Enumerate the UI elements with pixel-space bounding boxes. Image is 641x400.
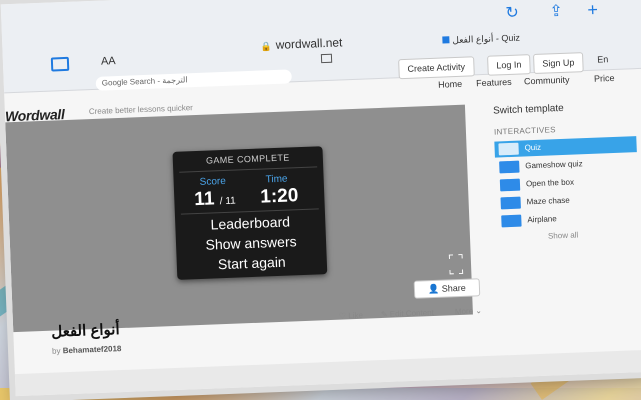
- author-link[interactable]: Behamatef2018: [63, 344, 122, 355]
- edit-content-button[interactable]: ✎ Edit Content: [381, 308, 434, 319]
- reader-button[interactable]: AA: [101, 55, 116, 68]
- browser-tab[interactable]: أنواع الفعل - Quiz: [442, 33, 520, 47]
- url-text: wordwall.net: [275, 35, 343, 52]
- template-label: Quiz: [524, 142, 542, 153]
- share-label: Share: [441, 282, 466, 294]
- share-button[interactable]: 👤 Share: [413, 278, 481, 299]
- chevron-down-icon: ⌄: [472, 306, 483, 316]
- lock-icon: 🔒: [260, 41, 272, 52]
- template-label: Airplane: [527, 214, 557, 225]
- address-bar[interactable]: 🔒 wordwall.net: [260, 35, 342, 52]
- tablet-screen: ↻ ⇪ + AA 🔒 wordwall.net أنواع الفعل - Qui…: [0, 0, 641, 397]
- google-search-tab[interactable]: Google Search - الترجمة: [95, 69, 292, 91]
- author-line: by Behamatef2018: [52, 344, 122, 356]
- tab-title: أنواع الفعل - Quiz: [452, 32, 521, 46]
- author-prefix: by: [51, 346, 61, 356]
- tabs-icon[interactable]: [50, 56, 70, 72]
- create-activity-button[interactable]: Create Activity: [398, 56, 475, 80]
- reload-icon[interactable]: ↻: [505, 3, 519, 23]
- score-number: 11: [193, 188, 215, 211]
- start-again-button[interactable]: Start again: [177, 252, 328, 274]
- template-airplane[interactable]: Airplane: [497, 208, 640, 229]
- leaderboard-button[interactable]: Leaderboard: [175, 212, 326, 234]
- plus-icon[interactable]: +: [587, 0, 598, 21]
- more-label: More: [454, 306, 474, 317]
- expand-icon[interactable]: ⌜ ⌝ ⌞ ⌟: [447, 252, 466, 277]
- divider: [179, 166, 318, 173]
- time-value: 1:20: [259, 185, 299, 208]
- switch-template-title: Switch template: [492, 102, 564, 117]
- log-in-button[interactable]: Log In: [487, 54, 531, 76]
- score-label: Score: [199, 175, 227, 188]
- reader-view-icon[interactable]: [320, 53, 333, 64]
- show-answers-button[interactable]: Show answers: [176, 232, 327, 254]
- interactives-label: INTERACTIVES: [493, 125, 556, 137]
- activity-title: أنواع الفعل: [51, 321, 120, 341]
- game-complete-heading: GAME COMPLETE: [205, 152, 290, 166]
- share-icon[interactable]: ⇪: [549, 1, 563, 21]
- like-button[interactable]: ♡ Like: [339, 311, 363, 321]
- edit-label: Edit Content: [389, 308, 434, 319]
- tab-favicon: [442, 36, 450, 44]
- like-label: Like: [348, 310, 364, 321]
- score-value: 11 / 11: [194, 188, 236, 212]
- nav-home[interactable]: Home: [438, 79, 462, 90]
- quiz-icon: [498, 142, 519, 156]
- box-icon: [499, 178, 521, 192]
- share-icon: 👤: [427, 283, 442, 295]
- maze-icon: [500, 196, 521, 210]
- gameshow-icon: [499, 160, 520, 174]
- template-label: Open the box: [525, 177, 575, 189]
- game-area: GAME COMPLETE Score Time 11 / 11 1:20 Le…: [5, 104, 473, 333]
- score-total: / 11: [219, 195, 236, 208]
- switch-template-sidebar: Switch template INTERACTIVES Quiz Gamesh…: [479, 98, 641, 314]
- tagline: Create better lessons quicker: [88, 103, 194, 117]
- game-complete-panel: GAME COMPLETE Score Time 11 / 11 1:20 Le…: [172, 146, 328, 280]
- template-label: Gameshow quiz: [525, 159, 583, 171]
- pencil-icon: ✎: [380, 309, 391, 320]
- show-all-link[interactable]: Show all: [548, 230, 579, 240]
- template-label: Maze chase: [526, 195, 570, 207]
- more-button[interactable]: More ⌄: [455, 306, 482, 316]
- sign-up-button[interactable]: Sign Up: [533, 52, 584, 75]
- nav-price[interactable]: Price: [594, 73, 615, 84]
- nav-features[interactable]: Features: [476, 77, 512, 88]
- time-label: Time: [265, 173, 288, 186]
- nav-community[interactable]: Community: [524, 75, 570, 87]
- language-selector[interactable]: En: [597, 54, 608, 64]
- airplane-icon: [501, 214, 522, 228]
